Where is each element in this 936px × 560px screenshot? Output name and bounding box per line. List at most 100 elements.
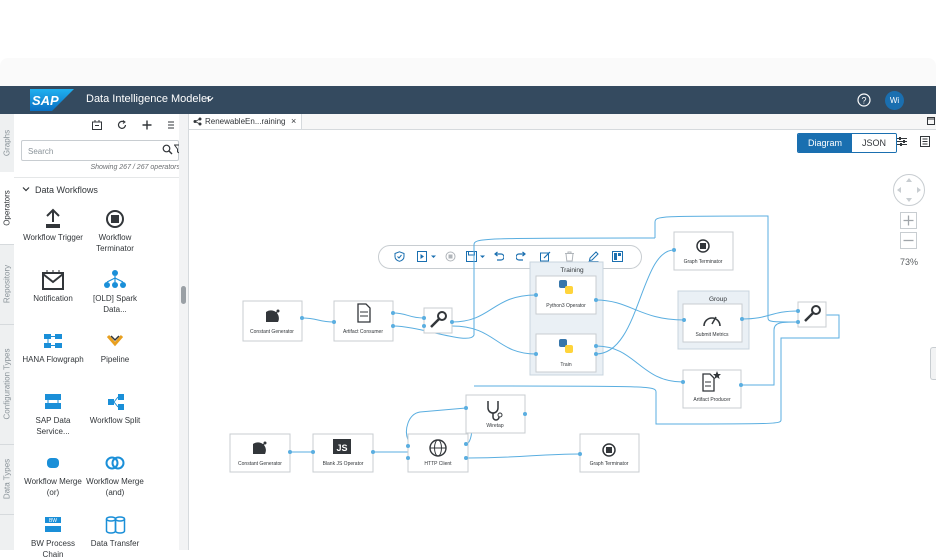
output-port[interactable] <box>288 450 292 454</box>
input-port[interactable] <box>534 293 538 297</box>
node-label: Artifact Producer <box>693 397 731 403</box>
node-python3-operator[interactable]: Python3 Operator <box>535 275 597 315</box>
node-artifact-producer[interactable]: Artifact Producer <box>682 369 742 409</box>
navigation-pad[interactable] <box>892 173 926 207</box>
output-port[interactable] <box>523 412 527 416</box>
search-input[interactable] <box>26 143 150 159</box>
operator-hana-flowgraph[interactable]: HANA Flowgraph <box>20 330 86 365</box>
chevron-down-icon[interactable] <box>22 185 30 193</box>
input-port[interactable] <box>796 320 800 324</box>
connection[interactable] <box>467 453 581 459</box>
node-wiretap[interactable]: Wiretap <box>465 394 526 434</box>
output-port[interactable] <box>740 317 744 321</box>
tab-graph-document[interactable]: RenewableEn...raining × <box>189 114 302 129</box>
node-graph-terminator-1[interactable]: Graph Terminator <box>673 231 734 271</box>
input-port[interactable] <box>464 406 468 410</box>
zoom-out-button[interactable] <box>900 232 917 249</box>
tab-configuration-types[interactable]: Configuration Types <box>0 324 14 445</box>
scrollbar[interactable] <box>179 114 188 550</box>
operator-workflow-terminator[interactable]: Workflow Terminator <box>82 208 148 254</box>
node-submit-metrics[interactable]: Submit Metrics <box>682 303 743 343</box>
input-port[interactable] <box>406 456 410 460</box>
avatar[interactable]: Wi <box>885 91 904 110</box>
input-port[interactable] <box>422 324 426 328</box>
category-data-workflows[interactable]: Data Workflows <box>22 185 98 195</box>
output-port[interactable] <box>594 352 598 356</box>
import-icon[interactable] <box>91 119 103 131</box>
tab-graphs[interactable]: Graphs <box>0 114 14 173</box>
output-port[interactable] <box>594 344 598 348</box>
tab-data-types[interactable]: Data Types <box>0 444 14 515</box>
operator-bw-process-chain[interactable]: BW BW Process Chain <box>20 514 86 560</box>
node-wrench-2[interactable] <box>797 301 827 328</box>
input-port[interactable] <box>682 318 686 322</box>
connection[interactable] <box>301 317 335 323</box>
input-port[interactable] <box>796 309 800 313</box>
operator-workflow-trigger[interactable]: Workflow Trigger <box>20 208 86 243</box>
sap-logo[interactable]: SAP <box>30 89 74 111</box>
node-wrench-1[interactable] <box>423 307 453 334</box>
connection[interactable] <box>595 299 685 321</box>
output-port[interactable] <box>391 324 395 328</box>
node-label: Artifact Consumer <box>343 329 383 335</box>
node-graph-terminator-2[interactable]: Graph Terminator <box>579 433 640 473</box>
connection[interactable] <box>451 325 537 355</box>
input-port[interactable] <box>672 248 676 252</box>
settings-sliders-icon[interactable] <box>896 136 908 147</box>
operator-pipeline[interactable]: Pipeline <box>82 330 148 365</box>
properties-panel-handle[interactable] <box>930 347 936 380</box>
input-port[interactable] <box>422 316 426 320</box>
operator-data-transfer[interactable]: Data Transfer <box>82 514 148 549</box>
connection[interactable] <box>741 321 799 386</box>
close-icon[interactable]: × <box>291 116 296 126</box>
add-icon[interactable] <box>141 119 153 131</box>
output-port[interactable] <box>391 311 395 315</box>
node-constant-generator-2[interactable]: Constant Generator <box>229 433 291 473</box>
properties-icon[interactable] <box>920 136 930 147</box>
input-port[interactable] <box>534 352 538 356</box>
connection[interactable] <box>595 345 684 383</box>
connection[interactable] <box>392 312 425 319</box>
graph-canvas[interactable]: Training Group Constant Generator Artifa… <box>189 154 889 550</box>
node-artifact-consumer[interactable]: Artifact Consumer <box>333 300 394 342</box>
node-http-client[interactable]: HTTP Client <box>407 433 469 473</box>
zoom-in-button[interactable] <box>900 212 917 229</box>
output-port[interactable] <box>464 442 468 446</box>
output-port[interactable] <box>371 450 375 454</box>
json-view-button[interactable]: JSON <box>852 134 897 152</box>
input-port[interactable] <box>406 444 410 448</box>
tab-operators[interactable]: Operators <box>0 172 14 245</box>
operator-notification[interactable]: Notification <box>20 269 86 304</box>
list-icon[interactable] <box>166 119 176 131</box>
tab-repository[interactable]: Repository <box>0 244 14 325</box>
node-constant-generator-1[interactable]: Constant Generator <box>242 300 303 342</box>
operator-workflow-merge-and[interactable]: Workflow Merge (and) <box>82 452 148 498</box>
connection[interactable] <box>451 294 537 323</box>
node-train[interactable]: Train <box>535 333 597 373</box>
output-port[interactable] <box>739 383 743 387</box>
chevron-down-icon[interactable] <box>205 94 215 104</box>
help-icon[interactable]: ? <box>856 92 872 108</box>
operator-spark[interactable]: [OLD] Spark Data... <box>82 269 148 315</box>
input-port[interactable] <box>578 452 582 456</box>
operator-workflow-split[interactable]: Workflow Split <box>82 391 148 426</box>
search-icon[interactable] <box>162 144 173 155</box>
connection[interactable] <box>741 310 799 320</box>
maximize-icon[interactable] <box>927 117 935 125</box>
refresh-icon[interactable] <box>116 119 128 131</box>
output-port[interactable] <box>450 320 454 324</box>
input-port[interactable] <box>332 320 336 324</box>
input-port[interactable] <box>311 450 315 454</box>
app-title[interactable]: Data Intelligence Modeler <box>86 93 211 105</box>
operator-sap-data-services[interactable]: SAP Data Service... <box>20 391 86 437</box>
output-port[interactable] <box>594 298 598 302</box>
input-port[interactable] <box>681 380 685 384</box>
node-blank-js-operator[interactable]: JS Blank JS Operator <box>312 433 374 473</box>
connection[interactable] <box>595 249 675 355</box>
connection[interactable] <box>473 314 840 425</box>
operator-workflow-merge-or[interactable]: Workflow Merge (or) <box>20 452 86 498</box>
diagram-view-button[interactable]: Diagram <box>798 134 853 152</box>
output-port[interactable] <box>464 456 468 460</box>
output-port[interactable] <box>300 316 304 320</box>
scrollbar-thumb[interactable] <box>181 286 186 304</box>
